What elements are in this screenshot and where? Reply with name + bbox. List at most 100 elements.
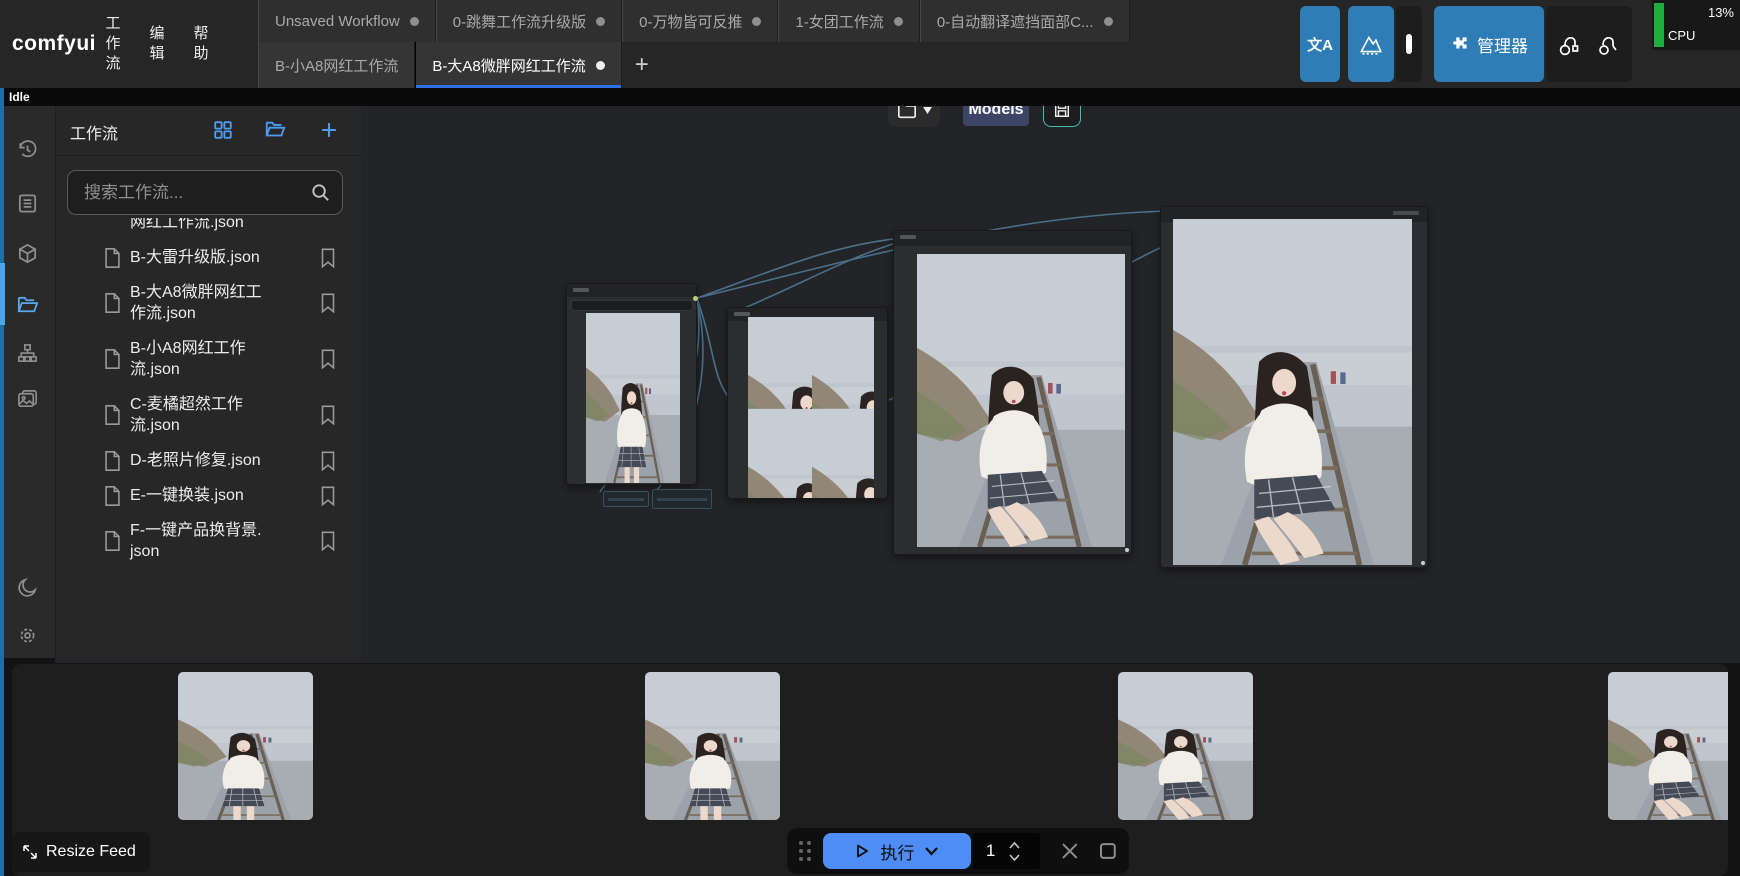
tab-girlgroup-workflow[interactable]: 1-女团工作流 xyxy=(778,0,919,42)
output-port[interactable] xyxy=(693,296,698,301)
unsaved-dot xyxy=(410,17,419,26)
theme-moon-icon[interactable] xyxy=(16,576,39,599)
node-image-grid xyxy=(748,317,874,498)
vacuum-icon xyxy=(1558,31,1582,57)
workflow-file-list: 网红工作流.json B-大雷升级版.json B-大A8微胖网红工作流.jso… xyxy=(56,218,361,658)
collapsed-node[interactable] xyxy=(603,491,649,507)
tab-reverse-workflow[interactable]: 0-万物皆可反推 xyxy=(622,0,778,42)
collapsed-node[interactable] xyxy=(652,489,712,509)
workflow-file-row[interactable]: B-大A8微胖网红工作流.json xyxy=(56,275,361,331)
app-logo: comfyui xyxy=(12,0,96,88)
grid-view-icon[interactable] xyxy=(212,119,234,141)
file-icon xyxy=(102,348,123,370)
workflow-file-row[interactable]: B-小A8网红工作流.json xyxy=(56,331,361,387)
tab-big-a8-workflow-active[interactable]: B-大A8微胖网红工作流 xyxy=(415,42,621,88)
models-cube-icon[interactable] xyxy=(16,242,39,265)
puzzle-icon xyxy=(1450,35,1469,54)
workflow-file-row[interactable]: F-一键产品换背景.json xyxy=(56,513,361,569)
history-icon[interactable] xyxy=(16,138,39,161)
new-tab-button[interactable]: + xyxy=(622,42,662,88)
file-icon xyxy=(102,404,123,426)
feed-thumbnail[interactable] xyxy=(1608,672,1728,820)
workflow-file-row[interactable]: E-一键换装.json xyxy=(56,478,361,513)
tab-small-a8-workflow[interactable]: B-小A8网红工作流 xyxy=(258,42,415,88)
drag-handle[interactable] xyxy=(799,841,811,861)
translate-button[interactable]: 文A xyxy=(1300,6,1340,82)
workflows-panel: 工作流 网红工作流.json B-大雷升级版.json xyxy=(55,106,361,658)
run-controls-bar: 执行 xyxy=(787,828,1129,874)
bookmark-icon[interactable] xyxy=(318,348,338,370)
tab-dance-workflow[interactable]: 0-跳舞工作流升级版 xyxy=(436,0,622,42)
resize-handle[interactable] xyxy=(1421,561,1425,565)
node-preview-large[interactable] xyxy=(893,230,1132,555)
feed-thumbnail[interactable] xyxy=(178,672,313,820)
stop-icon[interactable] xyxy=(1099,842,1117,860)
window-edge-strip xyxy=(0,88,4,876)
node-preview-batch[interactable] xyxy=(727,307,888,499)
vacuum-sparkle-icon xyxy=(1596,31,1620,57)
batch-count-box xyxy=(973,833,1040,869)
workflows-folder-icon[interactable] xyxy=(16,294,39,317)
node-load-image[interactable] xyxy=(566,283,697,485)
workflow-search-input[interactable] xyxy=(82,171,297,214)
resize-handle[interactable] xyxy=(1125,548,1129,552)
tab-autotranslate-workflow[interactable]: 0-自动翻译遮挡面部C... xyxy=(920,0,1130,42)
workflow-file-row[interactable]: D-老照片修复.json xyxy=(56,443,361,478)
tab-unsaved-workflow[interactable]: Unsaved Workflow xyxy=(258,0,436,42)
workflows-panel-header: 工作流 xyxy=(56,106,361,156)
header-bar: comfyui 工作流 编辑 帮助 Unsaved Workflow 0-跳舞工… xyxy=(0,0,1740,88)
run-button[interactable]: 执行 xyxy=(823,833,971,869)
panel-toggle-button[interactable] xyxy=(1396,6,1422,82)
workflow-tabs-row1: Unsaved Workflow 0-跳舞工作流升级版 0-万物皆可反推 1-女… xyxy=(258,0,1130,42)
menu-workflow[interactable]: 工作流 xyxy=(104,14,122,74)
toggle-bar-icon xyxy=(1406,34,1412,54)
file-icon xyxy=(102,247,123,269)
stepper-up-icon[interactable] xyxy=(1009,842,1020,849)
node-widget[interactable] xyxy=(571,300,693,311)
bookmark-icon[interactable] xyxy=(318,485,338,507)
clear-queue-icon[interactable] xyxy=(1060,841,1080,861)
stepper-down-icon[interactable] xyxy=(1009,854,1020,861)
manager-button[interactable]: 管理器 xyxy=(1434,6,1544,82)
bookmark-icon[interactable] xyxy=(318,450,338,472)
mountain-icon xyxy=(1358,31,1384,57)
unsaved-dot xyxy=(596,61,605,70)
workflow-tabs-row2: B-小A8网红工作流 B-大A8微胖网红工作流 + xyxy=(258,42,662,88)
status-bar: Idle xyxy=(0,88,1740,106)
cleanup-button-group[interactable] xyxy=(1546,6,1632,82)
feed-thumbnail[interactable] xyxy=(1118,672,1253,820)
translate-icon: 文A xyxy=(1307,34,1333,55)
node-preview-largest[interactable] xyxy=(1160,206,1428,568)
file-icon xyxy=(102,450,123,472)
resize-feed-button[interactable]: Resize Feed xyxy=(12,832,150,872)
cpu-monitor: 13% CPU xyxy=(1652,0,1740,50)
settings-gear-icon[interactable] xyxy=(16,624,39,647)
feed-thumbnail[interactable] xyxy=(645,672,780,820)
cpu-percent: 13% xyxy=(1708,5,1734,20)
batch-count-input[interactable] xyxy=(973,840,1009,862)
bookmark-icon[interactable] xyxy=(318,247,338,269)
new-workflow-plus-icon[interactable] xyxy=(318,119,340,141)
active-rail-indicator xyxy=(0,263,5,325)
status-text: Idle xyxy=(9,90,30,104)
list-item-clipped[interactable]: 网红工作流.json xyxy=(56,218,361,240)
file-icon xyxy=(102,530,123,552)
bookmark-icon[interactable] xyxy=(318,530,338,552)
sidebar-rail xyxy=(0,106,55,658)
count-stepper[interactable] xyxy=(1009,842,1020,861)
bookmark-icon[interactable] xyxy=(318,292,338,314)
workflow-search-box xyxy=(67,170,343,215)
unsaved-dot xyxy=(752,17,761,26)
gallery-icon[interactable] xyxy=(16,388,39,411)
file-icon xyxy=(102,292,123,314)
menu-edit[interactable]: 编辑 xyxy=(148,24,166,64)
browse-folder-icon[interactable] xyxy=(264,119,286,141)
queue-icon[interactable] xyxy=(16,192,39,215)
node-library-icon[interactable] xyxy=(16,342,39,365)
menu-help[interactable]: 帮助 xyxy=(192,24,210,64)
bookmark-icon[interactable] xyxy=(318,404,338,426)
workflow-file-row[interactable]: C-麦橘超然工作流.json xyxy=(56,387,361,443)
mountain-button[interactable] xyxy=(1348,6,1394,82)
workflow-file-row[interactable]: B-大雷升级版.json xyxy=(56,240,361,275)
unsaved-dot xyxy=(894,17,903,26)
